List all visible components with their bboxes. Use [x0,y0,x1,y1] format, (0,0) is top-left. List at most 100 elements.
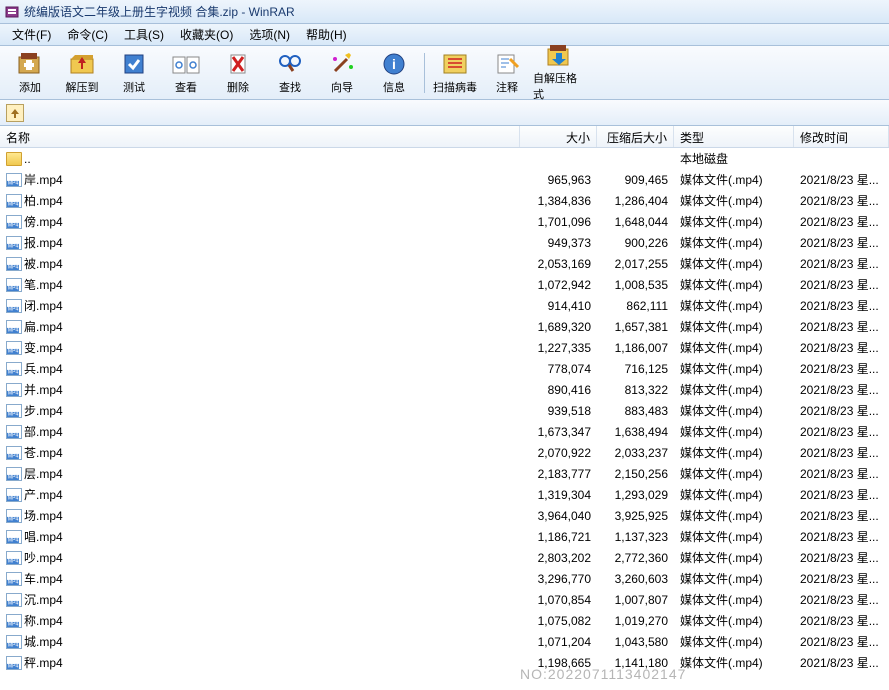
file-row[interactable]: 并.mp4890,416813,322媒体文件(.mp4)2021/8/23 星… [0,379,889,400]
file-row[interactable]: 场.mp43,964,0403,925,925媒体文件(.mp4)2021/8/… [0,505,889,526]
file-name: 并.mp4 [24,381,63,398]
file-type: 媒体文件(.mp4) [674,254,794,273]
list-header: 名称 大小 压缩后大小 类型 修改时间 [0,126,889,148]
scan-icon [439,50,471,78]
add-button[interactable]: 添加 [4,48,56,98]
file-name: 场.mp4 [24,507,63,524]
mp4-icon [6,341,22,355]
file-date: 2021/8/23 星... [794,485,889,504]
file-packed: 1,137,323 [597,529,674,545]
file-date: 2021/8/23 星... [794,191,889,210]
file-type: 媒体文件(.mp4) [674,611,794,630]
file-row[interactable]: 秤.mp41,198,6651,141,180媒体文件(.mp4)2021/8/… [0,652,889,673]
up-button[interactable] [6,104,24,122]
comment-button[interactable]: 注释 [481,48,533,98]
file-size: 2,070,922 [520,445,597,461]
file-packed: 1,648,044 [597,214,674,230]
menu-file[interactable]: 文件(F) [4,24,59,45]
file-row[interactable]: 被.mp42,053,1692,017,255媒体文件(.mp4)2021/8/… [0,253,889,274]
file-row[interactable]: 苍.mp42,070,9222,033,237媒体文件(.mp4)2021/8/… [0,442,889,463]
col-name[interactable]: 名称 [0,126,520,147]
find-icon [274,50,306,78]
col-date[interactable]: 修改时间 [794,126,889,147]
file-date: 2021/8/23 星... [794,611,889,630]
file-row[interactable]: 闭.mp4914,410862,111媒体文件(.mp4)2021/8/23 星… [0,295,889,316]
file-row[interactable]: 报.mp4949,373900,226媒体文件(.mp4)2021/8/23 星… [0,232,889,253]
wizard-button[interactable]: 向导 [316,48,368,98]
file-size: 1,075,082 [520,613,597,629]
file-size: 965,963 [520,172,597,188]
add-icon [14,50,46,78]
file-row[interactable]: 傍.mp41,701,0961,648,044媒体文件(.mp4)2021/8/… [0,211,889,232]
file-date: 2021/8/23 星... [794,212,889,231]
mp4-icon [6,236,22,250]
mp4-icon [6,425,22,439]
file-size: 1,319,304 [520,487,597,503]
view-button[interactable]: 查看 [160,48,212,98]
info-button[interactable]: i 信息 [368,48,420,98]
file-row[interactable]: 产.mp41,319,3041,293,029媒体文件(.mp4)2021/8/… [0,484,889,505]
file-row[interactable]: 岸.mp4965,963909,465媒体文件(.mp4)2021/8/23 星… [0,169,889,190]
find-button[interactable]: 查找 [264,48,316,98]
file-row[interactable]: 层.mp42,183,7772,150,256媒体文件(.mp4)2021/8/… [0,463,889,484]
delete-icon [222,50,254,78]
file-row[interactable]: 沉.mp41,070,8541,007,807媒体文件(.mp4)2021/8/… [0,589,889,610]
menu-help[interactable]: 帮助(H) [298,24,355,45]
file-date: 2021/8/23 星... [794,422,889,441]
sfx-button[interactable]: 自解压格式 [533,48,585,98]
file-row[interactable]: 唱.mp41,186,7211,137,323媒体文件(.mp4)2021/8/… [0,526,889,547]
info-icon: i [378,50,410,78]
mp4-icon [6,383,22,397]
view-icon [170,50,202,78]
file-row[interactable]: 扁.mp41,689,3201,657,381媒体文件(.mp4)2021/8/… [0,316,889,337]
scan-button[interactable]: 扫描病毒 [429,48,481,98]
menu-fav[interactable]: 收藏夹(O) [172,24,241,45]
file-name: 城.mp4 [24,633,63,650]
file-size: 949,373 [520,235,597,251]
file-packed: 2,772,360 [597,550,674,566]
file-row[interactable]: 兵.mp4778,074716,125媒体文件(.mp4)2021/8/23 星… [0,358,889,379]
file-size: 2,183,777 [520,466,597,482]
menu-opt[interactable]: 选项(N) [241,24,298,45]
menu-tool[interactable]: 工具(S) [116,24,172,45]
toolbar-separator [424,53,425,93]
file-type: 媒体文件(.mp4) [674,422,794,441]
delete-button[interactable]: 删除 [212,48,264,98]
file-row[interactable]: 称.mp41,075,0821,019,270媒体文件(.mp4)2021/8/… [0,610,889,631]
file-type: 媒体文件(.mp4) [674,296,794,315]
mp4-icon [6,173,22,187]
parent-row[interactable]: ..本地磁盘 [0,148,889,169]
file-packed: 813,322 [597,382,674,398]
file-list[interactable]: ..本地磁盘岸.mp4965,963909,465媒体文件(.mp4)2021/… [0,148,889,673]
file-row[interactable]: 车.mp43,296,7703,260,603媒体文件(.mp4)2021/8/… [0,568,889,589]
titlebar: 统编版语文二年级上册生字视频 合集.zip - WinRAR [0,0,889,24]
mp4-icon [6,320,22,334]
col-packed[interactable]: 压缩后大小 [597,126,674,147]
col-type[interactable]: 类型 [674,126,794,147]
mp4-icon [6,404,22,418]
file-name: 唱.mp4 [24,528,63,545]
file-row[interactable]: 部.mp41,673,3471,638,494媒体文件(.mp4)2021/8/… [0,421,889,442]
watermark: NO:2022071113402147 [520,666,686,682]
file-date: 2021/8/23 星... [794,548,889,567]
file-size: 1,701,096 [520,214,597,230]
file-date: 2021/8/23 星... [794,296,889,315]
file-row[interactable]: 吵.mp42,803,2022,772,360媒体文件(.mp4)2021/8/… [0,547,889,568]
file-row[interactable]: 笔.mp41,072,9421,008,535媒体文件(.mp4)2021/8/… [0,274,889,295]
file-size: 1,071,204 [520,634,597,650]
menu-cmd[interactable]: 命令(C) [59,24,116,45]
mp4-icon [6,572,22,586]
file-size: 890,416 [520,382,597,398]
file-type: 媒体文件(.mp4) [674,590,794,609]
test-button[interactable]: 测试 [108,48,160,98]
file-name: 变.mp4 [24,339,63,356]
col-size[interactable]: 大小 [520,126,597,147]
file-row[interactable]: 变.mp41,227,3351,186,007媒体文件(.mp4)2021/8/… [0,337,889,358]
file-row[interactable]: 柏.mp41,384,8361,286,404媒体文件(.mp4)2021/8/… [0,190,889,211]
file-name: 部.mp4 [24,423,63,440]
file-row[interactable]: 步.mp4939,518883,483媒体文件(.mp4)2021/8/23 星… [0,400,889,421]
file-type: 本地磁盘 [674,149,794,168]
extract-button[interactable]: 解压到 [56,48,108,98]
file-row[interactable]: 城.mp41,071,2041,043,580媒体文件(.mp4)2021/8/… [0,631,889,652]
mp4-icon [6,656,22,670]
